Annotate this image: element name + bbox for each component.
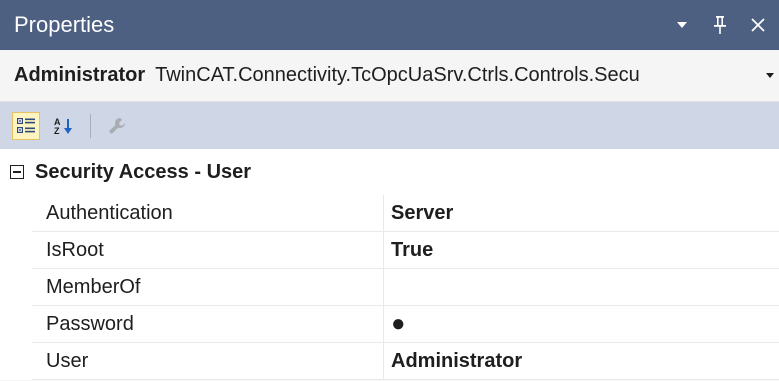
property-row-isroot[interactable]: IsRoot True	[0, 232, 779, 269]
property-name: Password	[32, 306, 384, 343]
close-button[interactable]	[747, 14, 769, 36]
close-icon	[751, 18, 765, 32]
categorized-view-icon	[17, 117, 35, 133]
selected-object-type: TwinCAT.Connectivity.TcOpcUaSrv.Ctrls.Co…	[155, 64, 640, 86]
property-grid: Security Access - User Authentication Se…	[0, 149, 779, 380]
property-row-password[interactable]: Password ●	[0, 306, 779, 343]
category-security-access-user[interactable]: Security Access - User	[0, 149, 779, 195]
categorized-view-button[interactable]	[12, 111, 40, 140]
window-menu-button[interactable]	[671, 14, 693, 36]
property-pages-wrench-icon	[109, 117, 125, 134]
selected-object-name: Administrator	[14, 64, 146, 86]
pin-icon	[714, 16, 726, 34]
property-name: MemberOf	[32, 269, 384, 306]
password-mask: ●	[391, 310, 406, 337]
property-pages-button[interactable]	[103, 112, 131, 140]
properties-window: Properties Administrator TwinCAT.Connect…	[0, 0, 779, 381]
property-row-authentication[interactable]: Authentication Server	[0, 195, 779, 232]
alphabetical-sort-icon: A Z	[54, 117, 72, 136]
property-name: IsRoot	[32, 232, 384, 269]
alphabetical-view-button[interactable]: A Z	[50, 112, 78, 140]
property-name: Authentication	[32, 195, 384, 232]
property-value[interactable]: Server	[384, 195, 779, 232]
property-value[interactable]: Administrator	[384, 343, 779, 380]
title-bar: Properties	[0, 0, 779, 50]
property-row-memberof[interactable]: MemberOf	[0, 269, 779, 306]
svg-text:Z: Z	[54, 126, 60, 136]
window-title: Properties	[14, 12, 115, 37]
collapse-icon[interactable]	[10, 165, 24, 179]
property-value[interactable]	[384, 269, 779, 306]
properties-toolbar: A Z	[0, 102, 779, 149]
chevron-down-icon[interactable]	[763, 65, 777, 87]
password-value[interactable]: ●	[384, 306, 779, 343]
property-value[interactable]: True	[384, 232, 779, 269]
property-row-user[interactable]: User Administrator	[0, 343, 779, 380]
category-label: Security Access - User	[35, 160, 252, 183]
object-selector[interactable]: Administrator TwinCAT.Connectivity.TcOpc…	[0, 50, 779, 102]
title-bar-buttons	[671, 14, 779, 36]
property-name: User	[32, 343, 384, 380]
toolbar-separator	[90, 113, 91, 138]
dropdown-arrow-icon	[677, 22, 687, 28]
pin-button[interactable]	[709, 14, 731, 36]
